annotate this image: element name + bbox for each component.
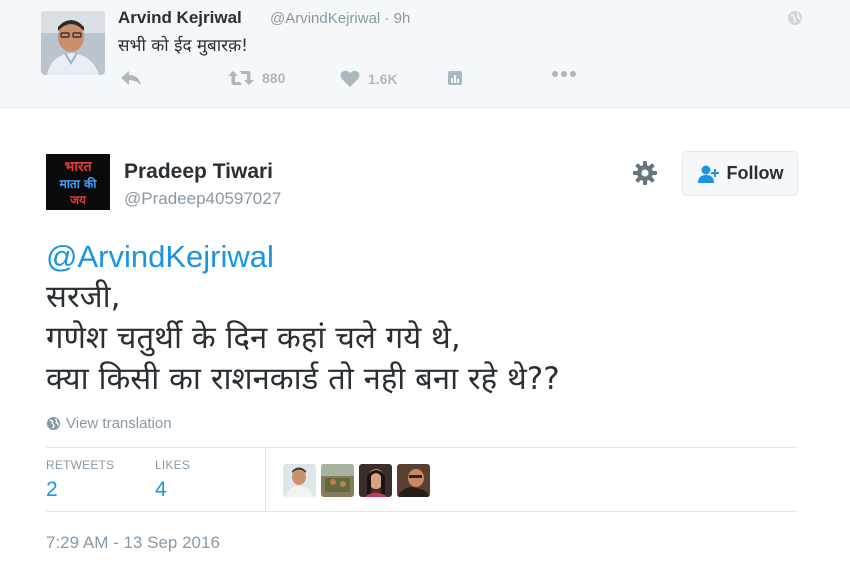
parent-tweet: Arvind Kejriwal @ArvindKejriwal · 9h सभी… xyxy=(0,0,850,108)
parent-author-handle[interactable]: @ArvindKejriwal · 9h xyxy=(270,10,410,27)
reply-icon xyxy=(121,71,141,85)
author-name[interactable]: Pradeep Tiwari xyxy=(124,160,273,184)
author-handle[interactable]: @Pradeep40597027 xyxy=(124,189,281,209)
globe-icon xyxy=(46,416,61,431)
like-button[interactable]: 1.6K xyxy=(340,70,398,88)
tweet-line-3: क्या किसी का राशनकार्ड तो नही बना रहे थे… xyxy=(46,361,560,397)
avatar-text-line-3: जय xyxy=(70,193,86,207)
analytics-button[interactable] xyxy=(447,70,463,86)
avatar-text-line-1: भारत xyxy=(64,159,92,175)
tweet-text: @ArvindKejriwal सरजी, गणेश चतुर्थी के दि… xyxy=(46,236,560,400)
avatar-text-line-2: माता की xyxy=(59,177,97,191)
retweet-count: 880 xyxy=(262,70,286,86)
retweets-label: RETWEETS xyxy=(46,458,115,472)
liker-avatar[interactable] xyxy=(359,464,392,497)
liker-avatar[interactable] xyxy=(397,464,430,497)
retweet-button[interactable]: 880 xyxy=(228,70,285,86)
parent-handle-text[interactable]: @ArvindKejriwal xyxy=(270,10,380,27)
liker-avatars xyxy=(283,464,430,497)
add-user-icon xyxy=(697,165,719,183)
tweet-line-1: सरजी, xyxy=(46,279,121,315)
mention-link[interactable]: @ArvindKejriwal xyxy=(46,236,560,277)
liker-avatar[interactable] xyxy=(283,464,316,497)
parent-time[interactable]: · 9h xyxy=(384,10,410,27)
avatar-pradeep[interactable]: भारत माता की जय xyxy=(46,154,110,210)
follow-button[interactable]: Follow xyxy=(682,151,798,196)
retweet-icon xyxy=(228,71,254,85)
parent-tweet-text: सभी को ईद मुबारक़! xyxy=(118,36,248,56)
stats-separator xyxy=(265,448,266,512)
view-translation-label: View translation xyxy=(66,415,172,432)
more-dots-icon xyxy=(552,71,576,77)
parent-author-name[interactable]: Arvind Kejriwal xyxy=(118,8,242,28)
tweet-timestamp[interactable]: 7:29 AM - 13 Sep 2016 xyxy=(46,533,220,553)
likes-label: LIKES xyxy=(155,458,191,472)
retweets-stat[interactable]: RETWEETS 2 xyxy=(46,458,114,502)
tweet-line-2: गणेश चतुर्थी के दिन कहां चले गये थे, xyxy=(46,320,461,356)
like-count: 1.6K xyxy=(368,71,398,87)
divider-bottom xyxy=(46,511,797,512)
more-button[interactable] xyxy=(551,70,577,78)
analytics-icon xyxy=(448,71,462,85)
liker-avatar[interactable] xyxy=(321,464,354,497)
globe-icon xyxy=(788,11,802,25)
heart-icon xyxy=(340,70,360,87)
retweets-count: 2 xyxy=(46,478,58,501)
gear-icon[interactable] xyxy=(632,160,658,186)
avatar-arvind[interactable] xyxy=(41,11,105,75)
likes-count: 4 xyxy=(155,478,167,501)
parent-actions: 880 1.6K xyxy=(118,70,598,94)
likes-stat[interactable]: LIKES 4 xyxy=(155,458,190,502)
view-translation-link[interactable]: View translation xyxy=(46,415,172,432)
reply-button[interactable] xyxy=(120,70,142,86)
follow-label: Follow xyxy=(726,163,784,183)
tweet-stats: RETWEETS 2 LIKES 4 xyxy=(46,448,797,512)
